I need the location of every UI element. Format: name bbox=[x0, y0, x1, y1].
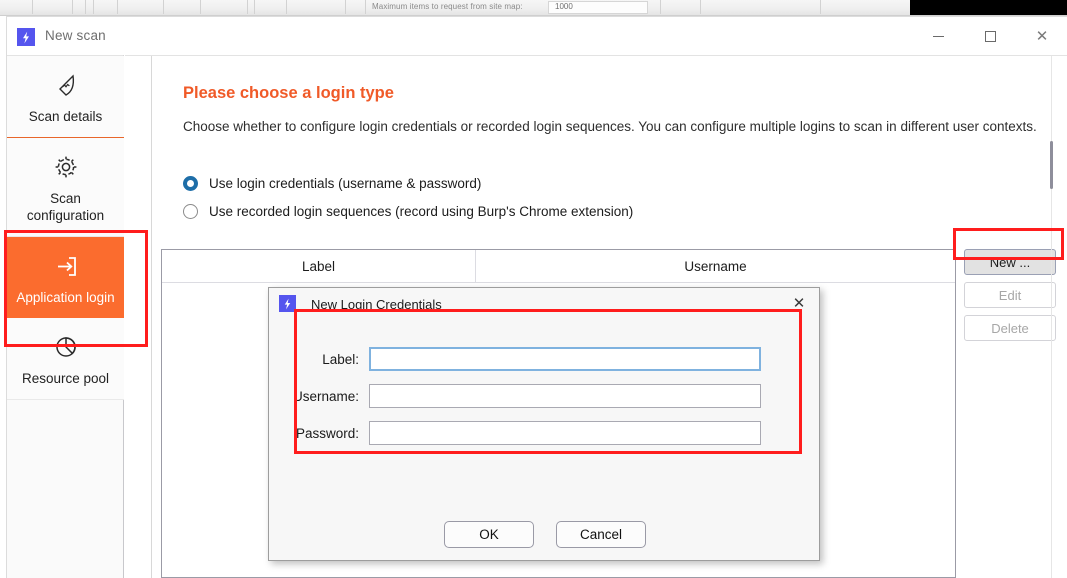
close-icon: ✕ bbox=[792, 294, 806, 312]
delete-button[interactable]: Delete bbox=[964, 315, 1056, 341]
sidebar: Scan details Scan configuration Applicat… bbox=[7, 55, 124, 578]
password-field-row: Password: bbox=[269, 421, 761, 445]
burp-bolt-icon bbox=[17, 28, 35, 46]
new-login-credentials-dialog: New Login Credentials ✕ Label: Username:… bbox=[268, 287, 820, 561]
dialog-body: Label: Username: Password: bbox=[269, 322, 821, 522]
login-type-option-label: Use recorded login sequences (record usi… bbox=[209, 204, 634, 219]
background-setting-label: Maximum items to request from site map: bbox=[372, 2, 523, 11]
close-button[interactable]: ✕ bbox=[1016, 17, 1067, 55]
sidebar-item-resource-pool[interactable]: Resource pool bbox=[7, 318, 124, 400]
window-controls: ✕ bbox=[912, 17, 1067, 55]
username-field-label: Username: bbox=[292, 388, 359, 404]
window-title: New scan bbox=[45, 28, 106, 43]
table-action-buttons: New ... Edit Delete bbox=[964, 249, 1060, 348]
pie-chart-icon bbox=[51, 330, 81, 364]
password-field-label: Password: bbox=[295, 425, 359, 441]
sidebar-item-scan-configuration[interactable]: Scan configuration bbox=[7, 138, 124, 237]
gear-icon bbox=[51, 150, 81, 184]
sidebar-item-label: Application login bbox=[16, 290, 115, 305]
scrollbar-thumb[interactable] bbox=[1050, 141, 1053, 189]
dialog-close-button[interactable]: ✕ bbox=[789, 293, 809, 313]
edit-button-label: Edit bbox=[998, 287, 1022, 303]
background-black-region bbox=[910, 0, 1067, 15]
table-column-header-username[interactable]: Username bbox=[476, 250, 955, 282]
page-description: Choose whether to configure login creden… bbox=[183, 119, 1037, 134]
label-field-row: Label: bbox=[269, 347, 761, 371]
login-type-option-recorded[interactable]: Use recorded login sequences (record usi… bbox=[183, 204, 633, 219]
minimize-button[interactable] bbox=[912, 17, 964, 55]
scrollbar-track[interactable] bbox=[1051, 56, 1052, 578]
background-app-strip: Maximum items to request from site map: … bbox=[0, 0, 1067, 16]
burp-bolt-icon bbox=[279, 295, 296, 312]
cancel-button-label: Cancel bbox=[579, 526, 623, 542]
radar-icon bbox=[51, 68, 81, 102]
sidebar-item-application-login[interactable]: Application login bbox=[7, 237, 124, 318]
login-type-option-label: Use login credentials (username & passwo… bbox=[209, 176, 482, 191]
radio-icon-selected[interactable] bbox=[183, 176, 198, 191]
sidebar-item-scan-details[interactable]: Scan details bbox=[7, 56, 124, 138]
sidebar-item-label: Scan details bbox=[28, 109, 103, 124]
table-header-row: Label Username bbox=[162, 250, 955, 283]
login-arrow-icon bbox=[51, 249, 81, 283]
dialog-footer: OK Cancel bbox=[269, 508, 821, 560]
maximize-icon bbox=[984, 30, 996, 42]
sidebar-item-label: Scan configuration bbox=[26, 191, 105, 223]
username-input[interactable] bbox=[369, 384, 761, 408]
sidebar-item-label: Resource pool bbox=[21, 371, 110, 386]
close-icon: ✕ bbox=[1035, 26, 1049, 45]
radio-icon-unselected[interactable] bbox=[183, 204, 198, 219]
new-button[interactable]: New ... bbox=[964, 249, 1056, 275]
content-scrollbar[interactable] bbox=[1049, 56, 1055, 578]
window-titlebar: New scan ✕ bbox=[7, 17, 1067, 55]
minimize-icon bbox=[932, 35, 944, 37]
login-type-option-credentials[interactable]: Use login credentials (username & passwo… bbox=[183, 176, 481, 191]
table-column-header-label[interactable]: Label bbox=[162, 250, 476, 282]
ok-button-label: OK bbox=[479, 526, 499, 542]
page-title: Please choose a login type bbox=[183, 84, 394, 102]
background-setting-value: 1000 bbox=[555, 2, 573, 11]
ok-button[interactable]: OK bbox=[444, 520, 534, 548]
label-input[interactable] bbox=[369, 347, 761, 371]
dialog-title: New Login Credentials bbox=[311, 297, 442, 312]
label-field-label: Label: bbox=[322, 351, 359, 367]
dialog-titlebar: New Login Credentials ✕ bbox=[269, 288, 819, 322]
password-input[interactable] bbox=[369, 421, 761, 445]
delete-button-label: Delete bbox=[991, 320, 1029, 336]
cancel-button[interactable]: Cancel bbox=[556, 520, 646, 548]
edit-button[interactable]: Edit bbox=[964, 282, 1056, 308]
username-field-row: Username: bbox=[269, 384, 761, 408]
new-button-label: New ... bbox=[989, 254, 1031, 270]
maximize-button[interactable] bbox=[964, 17, 1016, 55]
screen: Maximum items to request from site map: … bbox=[0, 0, 1067, 578]
